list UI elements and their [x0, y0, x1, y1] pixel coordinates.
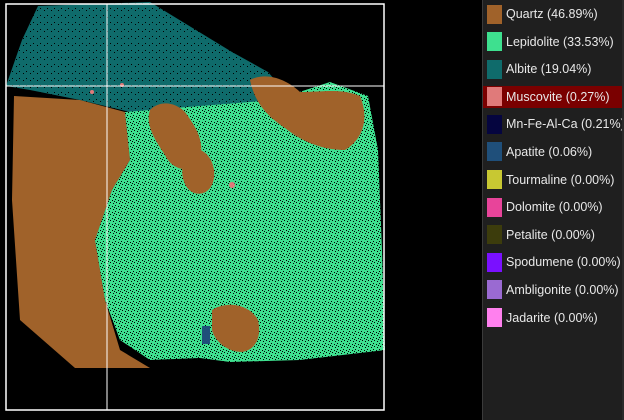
legend-label: Mn-Fe-Al-Ca (0.21%) [506, 117, 624, 132]
mineral-legend-panel: Quartz (46.89%) Lepidolite (33.53%) Albi… [482, 0, 624, 420]
legend-label: Quartz (46.89%) [506, 7, 598, 21]
legend-item-ambligonite[interactable]: Ambligonite (0.00%) [483, 279, 624, 301]
muscovite-grain [90, 90, 94, 94]
legend-label: Lepidolite (33.53%) [506, 34, 614, 49]
legend-item-spodumene[interactable]: Spodumene (0.00%) [483, 251, 624, 273]
legend-label: Dolomite (0.00%) [506, 200, 603, 215]
legend-item-muscovite[interactable]: Muscovite (0.27%) [483, 85, 624, 108]
legend-label: Muscovite (0.27%) [506, 89, 610, 104]
apatite-grain [202, 326, 210, 344]
legend-label: Albite (19.04%) [506, 62, 592, 77]
color-swatch [487, 4, 502, 24]
mineral-map-app: Quartz (46.89%) Lepidolite (33.53%) Albi… [0, 0, 624, 420]
legend-item-albite[interactable]: Albite (19.04%) [483, 58, 624, 80]
legend-item-lepidolite[interactable]: Lepidolite (33.53%) [483, 31, 624, 53]
color-swatch [487, 225, 502, 245]
color-swatch [487, 32, 502, 52]
legend-label: Petalite (0.00%) [506, 227, 595, 242]
legend-label: Spodumene (0.00%) [506, 255, 621, 270]
legend-label: Ambligonite (0.00%) [506, 282, 619, 297]
mineral-map-image[interactable] [0, 0, 470, 420]
legend-item-apatite[interactable]: Apatite (0.06%) [483, 141, 624, 163]
color-swatch [487, 197, 502, 217]
panel-divider [470, 0, 482, 420]
legend-item-petalite[interactable]: Petalite (0.00%) [483, 224, 624, 246]
color-swatch [487, 114, 502, 134]
color-swatch [487, 252, 502, 272]
color-swatch [487, 308, 502, 328]
color-swatch [487, 87, 502, 107]
legend-item-mn-fe-al-ca[interactable]: Mn-Fe-Al-Ca (0.21%) [483, 113, 624, 135]
color-swatch [487, 170, 502, 190]
color-swatch [487, 59, 502, 79]
legend-label: Tourmaline (0.00%) [506, 172, 615, 187]
mineral-legend-list: Quartz (46.89%) Lepidolite (33.53%) Albi… [483, 3, 624, 334]
legend-item-quartz[interactable]: Quartz (46.89%) [483, 3, 624, 25]
color-swatch [487, 142, 502, 162]
legend-item-tourmaline[interactable]: Tourmaline (0.00%) [483, 169, 624, 191]
muscovite-grain [229, 182, 235, 188]
legend-item-dolomite[interactable]: Dolomite (0.00%) [483, 196, 624, 218]
legend-label: Apatite (0.06%) [506, 144, 593, 159]
color-swatch [487, 280, 502, 300]
mineral-map-view[interactable] [0, 0, 470, 420]
legend-item-jadarite[interactable]: Jadarite (0.00%) [483, 307, 624, 329]
legend-label: Jadarite (0.00%) [506, 310, 598, 325]
